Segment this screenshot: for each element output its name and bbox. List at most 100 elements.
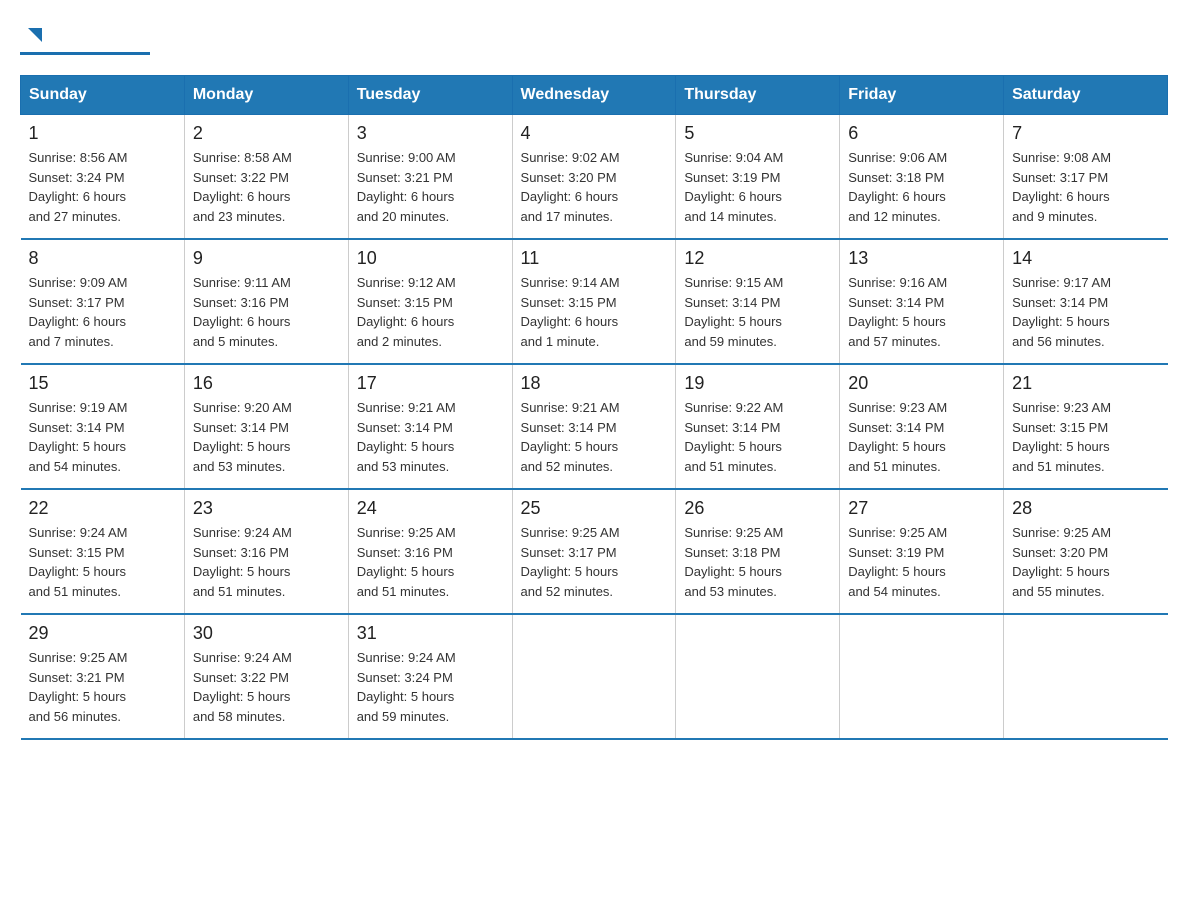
day-number: 8 [29,248,176,269]
day-info: Sunrise: 9:21 AM Sunset: 3:14 PM Dayligh… [521,398,668,476]
calendar-cell [1004,614,1168,739]
calendar-cell: 17 Sunrise: 9:21 AM Sunset: 3:14 PM Dayli… [348,364,512,489]
header-wednesday: Wednesday [512,76,676,115]
day-number: 27 [848,498,995,519]
calendar-cell: 30 Sunrise: 9:24 AM Sunset: 3:22 PM Dayli… [184,614,348,739]
day-info: Sunrise: 9:25 AM Sunset: 3:18 PM Dayligh… [684,523,831,601]
calendar-cell: 20Sunrise: 9:23 AM Sunset: 3:14 PM Dayli… [840,364,1004,489]
calendar-cell: 23 Sunrise: 9:24 AM Sunset: 3:16 PM Dayli… [184,489,348,614]
day-info: Sunrise: 9:25 AM Sunset: 3:21 PM Dayligh… [29,648,176,726]
day-info: Sunrise: 9:21 AM Sunset: 3:14 PM Dayligh… [357,398,504,476]
calendar-table: SundayMondayTuesdayWednesdayThursdayFrid… [20,75,1168,740]
day-number: 31 [357,623,504,644]
day-info: Sunrise: 9:02 AM Sunset: 3:20 PM Dayligh… [521,148,668,226]
day-number: 3 [357,123,504,144]
day-info: Sunrise: 9:25 AM Sunset: 3:16 PM Dayligh… [357,523,504,601]
day-info: Sunrise: 9:24 AM Sunset: 3:22 PM Dayligh… [193,648,340,726]
day-info: Sunrise: 9:00 AM Sunset: 3:21 PM Dayligh… [357,148,504,226]
day-info: Sunrise: 9:15 AM Sunset: 3:14 PM Dayligh… [684,273,831,351]
day-info: Sunrise: 9:09 AM Sunset: 3:17 PM Dayligh… [29,273,176,351]
day-info: Sunrise: 9:24 AM Sunset: 3:16 PM Dayligh… [193,523,340,601]
day-number: 13 [848,248,995,269]
day-info: Sunrise: 8:56 AM Sunset: 3:24 PM Dayligh… [29,148,176,226]
calendar-cell: 27 Sunrise: 9:25 AM Sunset: 3:19 PM Dayli… [840,489,1004,614]
calendar-week-4: 22Sunrise: 9:24 AM Sunset: 3:15 PM Dayli… [21,489,1168,614]
day-info: Sunrise: 9:24 AM Sunset: 3:24 PM Dayligh… [357,648,504,726]
day-number: 22 [29,498,176,519]
calendar-cell: 19Sunrise: 9:22 AM Sunset: 3:14 PM Dayli… [676,364,840,489]
day-info: Sunrise: 9:16 AM Sunset: 3:14 PM Dayligh… [848,273,995,351]
header-friday: Friday [840,76,1004,115]
day-number: 28 [1012,498,1159,519]
page-header [20,20,1168,55]
day-number: 16 [193,373,340,394]
calendar-cell: 2 Sunrise: 8:58 AM Sunset: 3:22 PM Daylig… [184,115,348,240]
day-number: 30 [193,623,340,644]
day-number: 1 [29,123,176,144]
day-number: 23 [193,498,340,519]
calendar-cell: 26Sunrise: 9:25 AM Sunset: 3:18 PM Dayli… [676,489,840,614]
day-number: 18 [521,373,668,394]
calendar-week-3: 15Sunrise: 9:19 AM Sunset: 3:14 PM Dayli… [21,364,1168,489]
calendar-cell: 15Sunrise: 9:19 AM Sunset: 3:14 PM Dayli… [21,364,185,489]
day-number: 24 [357,498,504,519]
calendar-cell: 6Sunrise: 9:06 AM Sunset: 3:18 PM Daylig… [840,115,1004,240]
day-number: 6 [848,123,995,144]
calendar-week-1: 1 Sunrise: 8:56 AM Sunset: 3:24 PM Daylig… [21,115,1168,240]
calendar-cell: 14 Sunrise: 9:17 AM Sunset: 3:14 PM Dayli… [1004,239,1168,364]
calendar-cell: 21Sunrise: 9:23 AM Sunset: 3:15 PM Dayli… [1004,364,1168,489]
day-info: Sunrise: 9:23 AM Sunset: 3:15 PM Dayligh… [1012,398,1159,476]
day-info: Sunrise: 9:25 AM Sunset: 3:20 PM Dayligh… [1012,523,1159,601]
day-info: Sunrise: 9:23 AM Sunset: 3:14 PM Dayligh… [848,398,995,476]
day-info: Sunrise: 9:20 AM Sunset: 3:14 PM Dayligh… [193,398,340,476]
calendar-cell: 4 Sunrise: 9:02 AM Sunset: 3:20 PM Daylig… [512,115,676,240]
calendar-cell: 5Sunrise: 9:04 AM Sunset: 3:19 PM Daylig… [676,115,840,240]
day-number: 2 [193,123,340,144]
header-thursday: Thursday [676,76,840,115]
calendar-cell: 24 Sunrise: 9:25 AM Sunset: 3:16 PM Dayli… [348,489,512,614]
calendar-header-row: SundayMondayTuesdayWednesdayThursdayFrid… [21,76,1168,115]
day-info: Sunrise: 9:17 AM Sunset: 3:14 PM Dayligh… [1012,273,1159,351]
calendar-cell [840,614,1004,739]
calendar-cell: 13 Sunrise: 9:16 AM Sunset: 3:14 PM Dayli… [840,239,1004,364]
calendar-cell: 25 Sunrise: 9:25 AM Sunset: 3:17 PM Dayli… [512,489,676,614]
calendar-cell: 18 Sunrise: 9:21 AM Sunset: 3:14 PM Dayli… [512,364,676,489]
calendar-cell: 11 Sunrise: 9:14 AM Sunset: 3:15 PM Dayli… [512,239,676,364]
calendar-week-2: 8 Sunrise: 9:09 AM Sunset: 3:17 PM Daylig… [21,239,1168,364]
day-info: Sunrise: 9:08 AM Sunset: 3:17 PM Dayligh… [1012,148,1159,226]
day-info: Sunrise: 9:25 AM Sunset: 3:17 PM Dayligh… [521,523,668,601]
calendar-cell: 31 Sunrise: 9:24 AM Sunset: 3:24 PM Dayli… [348,614,512,739]
calendar-cell: 7 Sunrise: 9:08 AM Sunset: 3:17 PM Daylig… [1004,115,1168,240]
day-number: 4 [521,123,668,144]
day-number: 10 [357,248,504,269]
day-info: Sunrise: 9:14 AM Sunset: 3:15 PM Dayligh… [521,273,668,351]
calendar-cell: 12 Sunrise: 9:15 AM Sunset: 3:14 PM Dayli… [676,239,840,364]
day-number: 9 [193,248,340,269]
day-number: 7 [1012,123,1159,144]
calendar-cell [676,614,840,739]
day-info: Sunrise: 9:11 AM Sunset: 3:16 PM Dayligh… [193,273,340,351]
calendar-week-5: 29 Sunrise: 9:25 AM Sunset: 3:21 PM Dayli… [21,614,1168,739]
calendar-cell: 28 Sunrise: 9:25 AM Sunset: 3:20 PM Dayli… [1004,489,1168,614]
calendar-cell [512,614,676,739]
day-info: Sunrise: 9:25 AM Sunset: 3:19 PM Dayligh… [848,523,995,601]
day-info: Sunrise: 8:58 AM Sunset: 3:22 PM Dayligh… [193,148,340,226]
day-info: Sunrise: 9:04 AM Sunset: 3:19 PM Dayligh… [684,148,831,226]
header-monday: Monday [184,76,348,115]
calendar-cell: 1 Sunrise: 8:56 AM Sunset: 3:24 PM Daylig… [21,115,185,240]
calendar-cell: 22Sunrise: 9:24 AM Sunset: 3:15 PM Dayli… [21,489,185,614]
day-number: 17 [357,373,504,394]
day-number: 19 [684,373,831,394]
day-number: 25 [521,498,668,519]
calendar-cell: 9 Sunrise: 9:11 AM Sunset: 3:16 PM Daylig… [184,239,348,364]
day-number: 14 [1012,248,1159,269]
day-info: Sunrise: 9:19 AM Sunset: 3:14 PM Dayligh… [29,398,176,476]
header-tuesday: Tuesday [348,76,512,115]
day-number: 12 [684,248,831,269]
calendar-cell: 8 Sunrise: 9:09 AM Sunset: 3:17 PM Daylig… [21,239,185,364]
day-number: 29 [29,623,176,644]
calendar-cell: 3 Sunrise: 9:00 AM Sunset: 3:21 PM Daylig… [348,115,512,240]
day-number: 11 [521,248,668,269]
day-info: Sunrise: 9:12 AM Sunset: 3:15 PM Dayligh… [357,273,504,351]
logo-underline [20,52,150,55]
